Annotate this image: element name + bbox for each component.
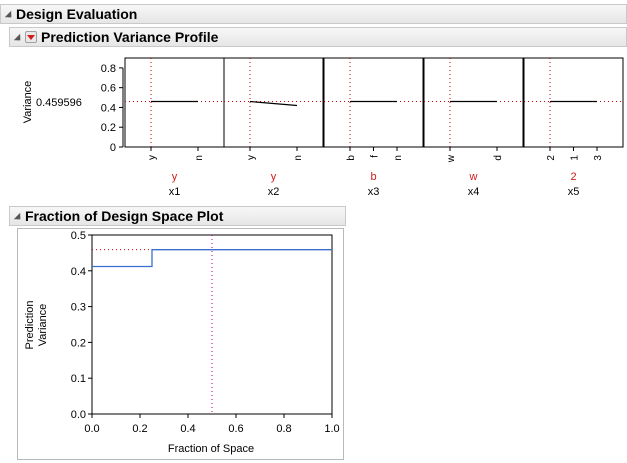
x-tick-label: 0.0 bbox=[84, 423, 99, 435]
fraction-plot-area bbox=[91, 234, 333, 415]
x-tick-label: 0.8 bbox=[276, 423, 291, 435]
x-tick-label: 0.6 bbox=[228, 423, 243, 435]
x-tick-label: 0.2 bbox=[132, 423, 147, 435]
x-tick-label: 0.4 bbox=[180, 423, 195, 435]
fraction-design-space-chart: Prediction Variance Fraction of Space 0.… bbox=[24, 230, 340, 455]
y-tick-label: 0.5 bbox=[71, 230, 86, 242]
x-tick-label: 1.0 bbox=[324, 423, 339, 435]
y-axis-label-line1: Prediction bbox=[24, 301, 36, 350]
y-tick-label: 0.2 bbox=[71, 337, 86, 349]
y-tick-label: 0.4 bbox=[71, 266, 86, 278]
y-axis-label-line2: Variance bbox=[37, 304, 49, 347]
y-tick-label: 0.0 bbox=[71, 409, 86, 421]
y-tick-label: 0.1 bbox=[71, 373, 86, 385]
y-tick-label: 0.3 bbox=[71, 302, 86, 314]
x-axis-label: Fraction of Space bbox=[168, 443, 254, 455]
